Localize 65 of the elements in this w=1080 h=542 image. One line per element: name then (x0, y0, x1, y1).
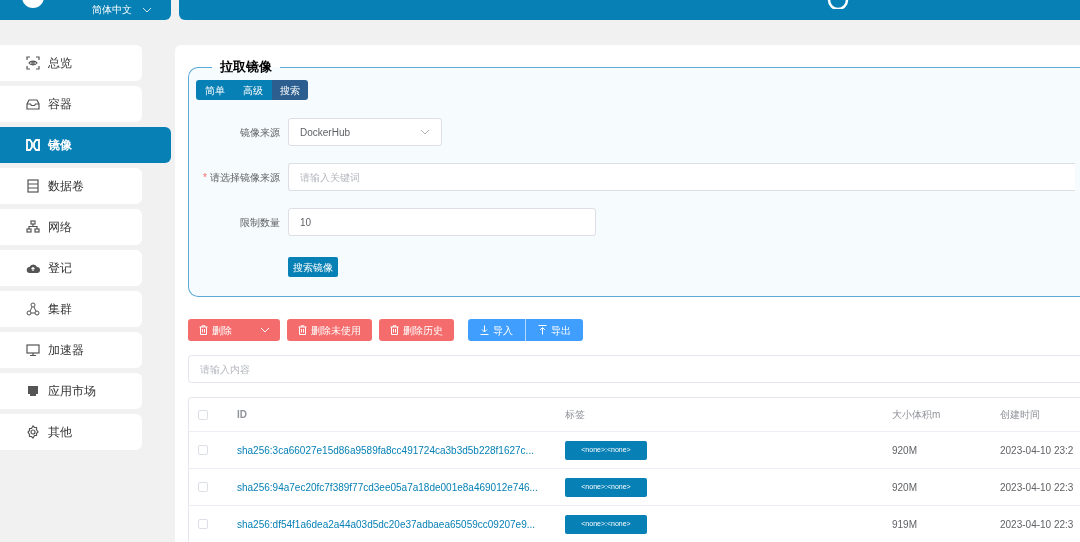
trash-icon (298, 325, 307, 335)
size-text: 920M (892, 480, 918, 495)
sidebar-item[interactable]: 应用市场 (0, 373, 142, 409)
image-id-link[interactable]: sha256:94a7ec20fc7f389f77cd3ee05a7a18de001e8a469012e746... (237, 479, 565, 495)
column-header: 创建时间 (1000, 408, 1041, 422)
checkbox[interactable] (198, 445, 208, 455)
sidebar-item[interactable]: 镜像 (0, 127, 171, 163)
created-time: 2023-04-10 22:3 (1000, 480, 1074, 495)
trash-icon (199, 325, 208, 335)
field-label: 镜像来源 (240, 125, 280, 140)
monitor-icon (26, 343, 40, 357)
chevron-down-icon (260, 327, 270, 333)
chevron-down-icon (142, 7, 152, 13)
cloud-upload-icon (26, 261, 40, 275)
list-icon (26, 179, 40, 193)
gear-icon (26, 425, 40, 439)
checkbox[interactable] (198, 519, 208, 529)
tab[interactable]: 简单 (196, 80, 234, 100)
panel-title: 拉取镜像 (219, 59, 273, 75)
eye-icon (26, 56, 40, 70)
image-id-link[interactable]: sha256:df54f1a6dea2a44a03d5dc20e37adbaea65059cc09207e9... (237, 516, 565, 532)
field-label: 请选择镜像来源 (210, 170, 280, 185)
sidebar-item[interactable]: 加速器 (0, 332, 142, 368)
keyword-field[interactable]: 请输入关键词 (288, 163, 1075, 191)
source-select[interactable]: DockerHub (288, 118, 442, 146)
sidebar-item[interactable]: 总览 (0, 45, 142, 81)
sidebar-item[interactable]: 其他 (0, 414, 142, 450)
sidebar-item[interactable]: 数据卷 (0, 168, 142, 204)
export-button[interactable]: 导出 (526, 319, 583, 341)
limit-field[interactable]: 10 (288, 208, 596, 236)
filter-field[interactable]: 请输入内容 (188, 355, 1080, 383)
size-text: 920M (892, 443, 918, 458)
delete-button[interactable]: 删除历史 (379, 319, 454, 341)
chevron-down-icon (420, 129, 430, 135)
column-header: 标签 (565, 408, 586, 422)
sidebar-item[interactable]: 登记 (0, 250, 142, 286)
search-images-button[interactable]: 搜索镜像 (288, 257, 338, 277)
tab[interactable]: 搜索 (272, 80, 308, 100)
store-icon (26, 384, 40, 398)
download-icon (480, 325, 489, 335)
checkbox[interactable] (198, 482, 208, 492)
created-time: 2023-04-10 23:2 (1000, 443, 1074, 458)
delete-button[interactable]: 删除未使用 (287, 319, 372, 341)
sidebar-item[interactable]: 集群 (0, 291, 142, 327)
sidebar-item[interactable]: 容器 (0, 86, 142, 122)
column-header: ID (237, 408, 248, 422)
network-icon (26, 220, 40, 234)
inbox-icon (26, 97, 40, 111)
delete-button[interactable]: 删除 (188, 319, 280, 341)
language-select[interactable]: 简体中文 (92, 4, 152, 16)
sidebar-item[interactable]: 网络 (0, 209, 142, 245)
column-header: 大小体积m (892, 408, 942, 422)
required-mark: * (203, 170, 207, 185)
size-text: 919M (892, 517, 918, 532)
nodes-icon (26, 302, 40, 316)
logo-icon (827, 0, 849, 9)
tab[interactable]: 高级 (234, 80, 272, 100)
checkbox[interactable] (198, 409, 208, 420)
bracket-icon (26, 138, 40, 152)
field-label: 限制数量 (240, 215, 280, 230)
import-button[interactable]: 导入 (468, 319, 526, 341)
trash-icon (390, 325, 399, 335)
image-id-link[interactable]: sha256:3ca66027e15d86a9589fa8cc491724ca3b3d5b228f1627c... (237, 442, 565, 458)
created-time: 2023-04-10 22:3 (1000, 517, 1074, 532)
upload-icon (538, 325, 547, 335)
